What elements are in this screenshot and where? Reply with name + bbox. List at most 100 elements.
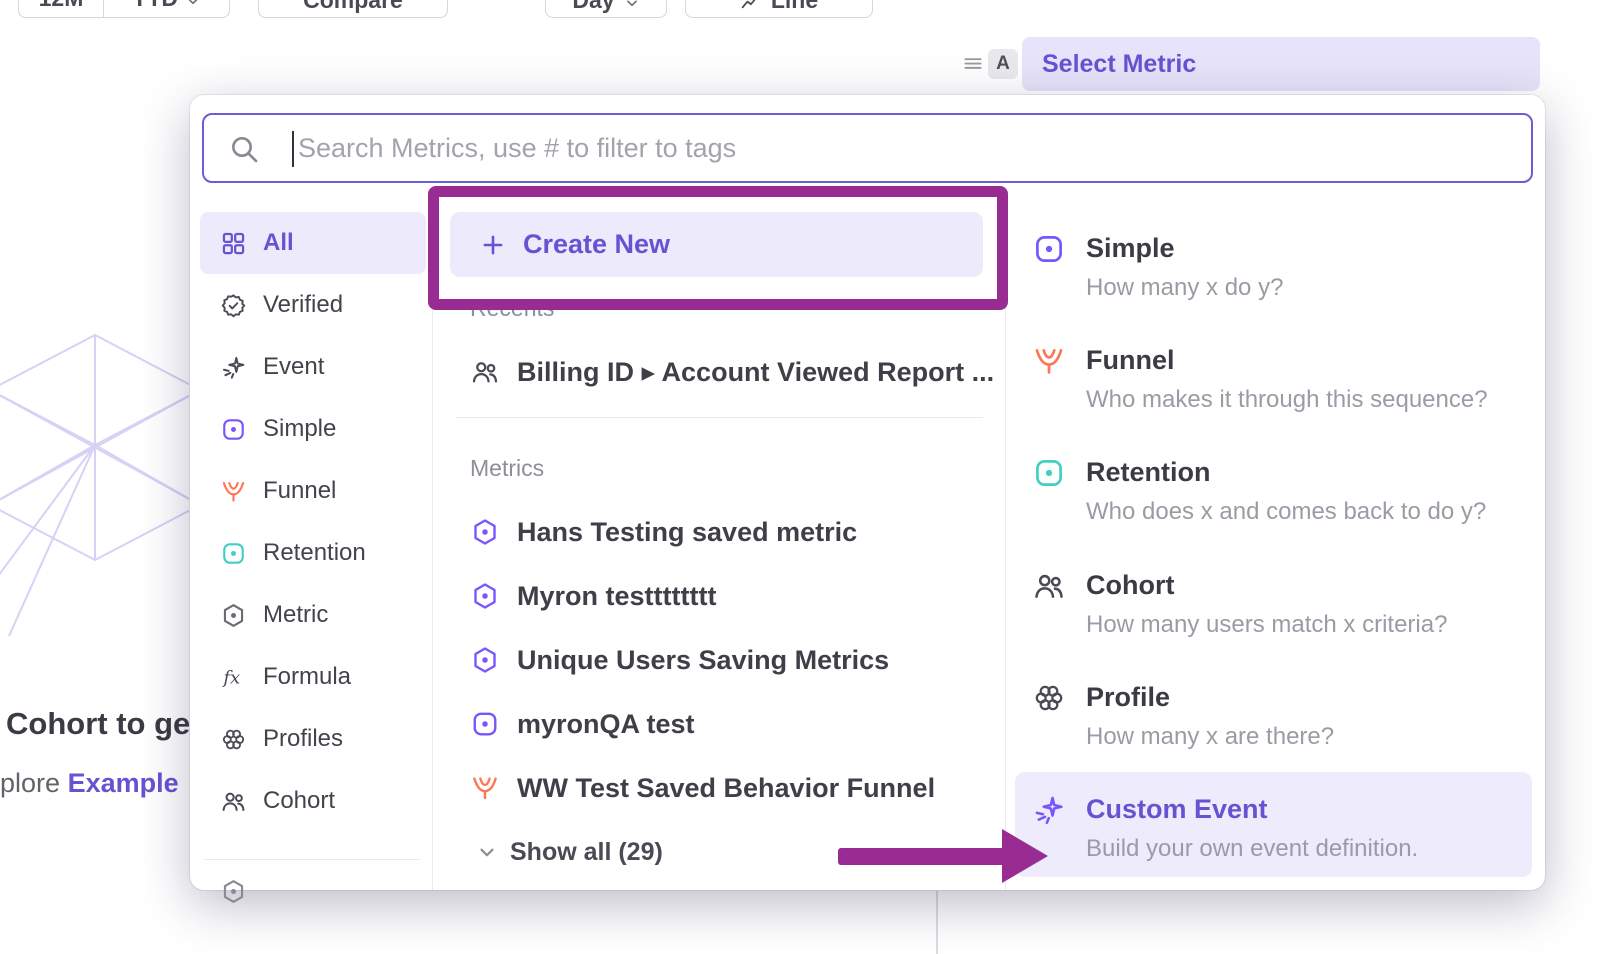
event-spark-icon [220,354,247,381]
line-chart-icon [740,0,761,13]
category-sidebar: All Verified Event Simple Funnel Retenti… [190,212,432,910]
create-new-label: Create New [523,229,670,260]
recent-item-label: Billing ID ▸ Account Viewed Report ... [517,357,994,388]
sidebar-item-label: All [263,229,294,257]
metric-hexagon-icon [470,581,500,611]
metric-type-name: Cohort [1086,569,1447,602]
metric-type-profile[interactable]: Profile How many x are there? [1005,681,1545,751]
sidebar-item-label: Profiles [263,725,343,753]
saved-metric-item[interactable]: Myron testttttttt [470,564,716,628]
range-ytd-button[interactable]: YTD [103,0,229,17]
metric-type-desc: Build your own event definition. [1086,835,1418,863]
saved-metric-item[interactable]: WW Test Saved Behavior Funnel [470,756,935,820]
metric-type-desc: Who does x and comes back to do y? [1086,498,1486,526]
simple-squircle-icon [470,709,500,739]
funnel-icon [220,478,247,505]
list-divider [456,417,983,418]
sidebar-item-label: Verified [263,291,343,319]
chart-type-label: Line [771,0,818,14]
metric-row-label: A [988,49,1018,79]
funnel-icon [470,773,500,803]
sidebar-item-label: Retention [263,539,366,567]
cohort-icon [1032,569,1066,603]
chevron-down-icon [185,0,201,9]
select-metric-text: Select Metric [1042,50,1196,79]
sidebar-item-label: Event [263,353,324,381]
metric-type-desc: Who makes it through this sequence? [1086,386,1488,414]
sidebar-item-profiles[interactable]: Profiles [200,708,426,770]
saved-metric-item[interactable]: Hans Testing saved metric [470,500,857,564]
select-metric-button[interactable]: Select Metric [1022,37,1540,91]
verified-badge-icon [220,292,247,319]
sidebar-item-label: Metric [263,601,328,629]
people-icon [470,357,500,387]
recents-header: Recents [470,295,554,322]
sidebar-item-event[interactable]: Event [200,336,426,398]
metric-type-name: Custom Event [1086,793,1418,826]
pane-divider [936,889,938,954]
saved-metric-label: Myron testttttttt [517,581,716,612]
metric-type-simple[interactable]: Simple How many x do y? [1005,232,1545,302]
metric-hexagon-icon [470,645,500,675]
saved-metric-item[interactable]: Unique Users Saving Metrics [470,628,889,692]
svg-text:fx: fx [221,667,240,688]
retention-icon [1032,456,1066,490]
saved-metric-label: Hans Testing saved metric [517,517,857,548]
saved-metric-label: myronQA test [517,709,695,740]
metric-picker-modal: All Verified Event Simple Funnel Retenti… [190,95,1545,890]
metric-type-retention[interactable]: Retention Who does x and comes back to d… [1005,456,1545,526]
example-link[interactable]: Example [68,768,179,798]
saved-metric-item[interactable]: myronQA test [470,692,695,756]
chart-type-line-button[interactable]: Line [685,0,873,18]
sidebar-item-verified[interactable]: Verified [200,274,426,336]
metric-type-cohort[interactable]: Cohort How many users match x criteria? [1005,569,1545,639]
range-12m-label: 12M [39,0,84,12]
metric-type-name: Profile [1086,681,1334,714]
metric-type-desc: How many x do y? [1086,274,1283,302]
range-12m-button[interactable]: 12M [19,0,103,17]
saved-metric-label: Unique Users Saving Metrics [517,645,889,676]
sidebar-item-retention[interactable]: Retention [200,522,426,584]
metric-type-name: Retention [1086,456,1486,489]
metric-type-custom-event[interactable]: Custom Event Build your own event defini… [1005,793,1545,863]
profile-icon [1032,681,1066,715]
app-root: 12M YTD Compare Day Line A Select Metric [0,0,1616,954]
grid-icon [220,230,247,257]
interval-select[interactable]: Day [545,0,667,18]
metric-type-column: Simple How many x do y? Funnel Who makes… [1005,95,1545,890]
cohort-people-icon [220,788,247,815]
empty-state-title: Cohort to ge [6,706,190,742]
metric-type-funnel[interactable]: Funnel Who makes it through this sequenc… [1005,344,1545,414]
metrics-header: Metrics [470,455,544,482]
funnel-icon [1032,344,1066,378]
sidebar-item-partial-icon[interactable] [220,878,247,905]
sidebar-section-divider [204,859,420,860]
recent-item[interactable]: Billing ID ▸ Account Viewed Report ... [470,340,994,404]
range-ytd-label: YTD [132,0,178,12]
compare-label: Compare [303,0,403,14]
sidebar-item-all[interactable]: All [200,212,426,274]
sidebar-item-simple[interactable]: Simple [200,398,426,460]
empty-state-subtitle-text: plore [0,768,60,798]
show-all-label: Show all (29) [510,838,663,867]
metric-list-column: Create New Recents Billing ID ▸ Account … [432,95,1005,890]
saved-metric-label: WW Test Saved Behavior Funnel [517,773,935,804]
date-range-control: 12M YTD [18,0,230,18]
create-new-button[interactable]: Create New [450,212,983,277]
plus-icon [480,232,506,258]
sidebar-item-cohort[interactable]: Cohort [200,770,426,832]
profiles-flower-icon [220,726,247,753]
metric-hexagon-icon [470,517,500,547]
sidebar-item-label: Funnel [263,477,336,505]
sidebar-item-formula[interactable]: fx Formula [200,646,426,708]
show-all-button[interactable]: Show all (29) [476,820,663,884]
metric-type-name: Funnel [1086,344,1488,377]
metric-hexagon-icon [220,602,247,629]
compare-button[interactable]: Compare [258,0,448,18]
chevron-down-icon [624,0,640,11]
custom-event-icon [1032,793,1066,827]
sidebar-item-metric[interactable]: Metric [200,584,426,646]
drag-handle-icon[interactable] [960,50,986,76]
sidebar-item-funnel[interactable]: Funnel [200,460,426,522]
metric-type-name: Simple [1086,232,1283,265]
